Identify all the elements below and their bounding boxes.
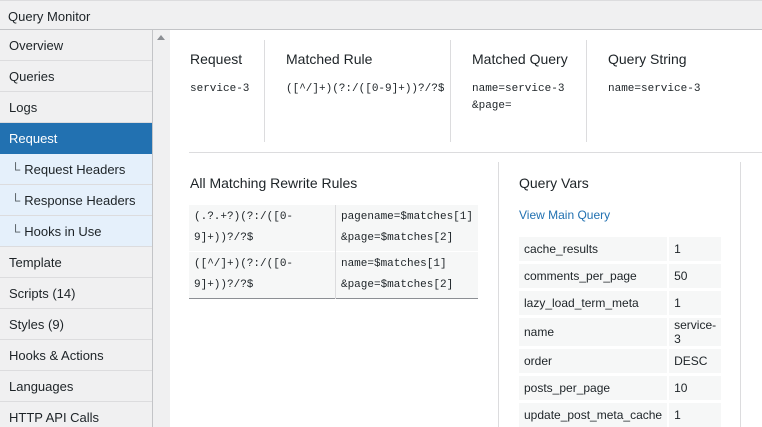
rule-replacement: pagename=$matches[1] &page=$matches[2]: [335, 205, 478, 252]
query-vars-table: cache_results 1 comments_per_page 50 lazy_…: [519, 234, 722, 427]
rewrite-rules-table: (.?.+?)(?:/([0-9]+))?/?$ pagename=$match…: [189, 205, 478, 299]
query-string-column: Query String name=service-3: [608, 40, 748, 142]
table-row: name service-3: [519, 318, 722, 346]
query-var-key: name: [519, 318, 670, 346]
query-var-value: DESC: [669, 349, 722, 373]
request-heading: Request: [190, 51, 243, 67]
rule-replacement-line: &page=$matches[2]: [340, 279, 454, 291]
table-row: (.?.+?)(?:/([0-9]+))?/?$ pagename=$match…: [189, 205, 478, 252]
matched-rule-column: Matched Rule ([^/]+)(?:/([0-9]+))?/?$: [286, 40, 446, 142]
matched-query-value: name=service-3 &page=: [472, 81, 584, 115]
query-string-value: name=service-3: [608, 83, 701, 95]
sidebar-item-label: Styles (9): [9, 317, 64, 332]
query-var-value: service-3: [669, 318, 722, 346]
sidebar-item-logs[interactable]: Logs: [0, 92, 152, 123]
rule-pattern: ([^/]+)(?:/([0-9]+))?/?$: [189, 251, 336, 299]
sidebar-item-label: Overview: [9, 38, 64, 53]
table-row: update_post_meta_cache 1: [519, 403, 722, 427]
sidebar-item-label: Hooks in Use: [24, 224, 102, 239]
query-var-value: 10: [669, 376, 722, 400]
query-var-value: 1: [669, 291, 722, 315]
column-divider: [740, 162, 741, 427]
sidebar-item-label: Logs: [9, 100, 38, 115]
query-var-value: 1: [669, 403, 722, 427]
sidebar-item-request[interactable]: Request: [0, 123, 161, 154]
rule-replacement-line: name=$matches[1]: [340, 258, 447, 270]
request-column: Request service-3: [190, 40, 262, 142]
table-row: cache_results 1: [519, 237, 722, 261]
tree-branch-icon: └: [11, 193, 21, 208]
matched-rule-value: ([^/]+)(?:/([0-9]+))?/?$: [286, 83, 445, 95]
sidebar-item-overview[interactable]: Overview: [0, 30, 152, 61]
sidebar-scrollbar[interactable]: [153, 30, 170, 427]
query-string-heading: Query String: [608, 51, 687, 67]
query-vars-title: Query Vars: [519, 175, 589, 191]
app-title: Query Monitor: [0, 0, 762, 30]
column-divider: [450, 40, 451, 142]
sidebar-nav: Overview Queries Logs Request └ Request H…: [0, 30, 161, 427]
section-divider: [189, 152, 762, 153]
matched-query-heading: Matched Query: [472, 51, 568, 67]
table-row: lazy_load_term_meta 1: [519, 291, 722, 315]
sidebar-item-label: Hooks & Actions: [9, 348, 104, 363]
table-row: posts_per_page 10: [519, 376, 722, 400]
sidebar-item-label: Request: [9, 131, 58, 146]
matched-query-column: Matched Query name=service-3 &page=: [472, 40, 584, 142]
query-var-key: cache_results: [519, 237, 670, 261]
rewrite-rules-title: All Matching Rewrite Rules: [190, 175, 358, 191]
sidebar-item-hooks-actions[interactable]: Hooks & Actions: [0, 340, 152, 371]
scroll-up-arrow-icon[interactable]: [157, 35, 165, 40]
sidebar-item-label: Queries: [9, 69, 55, 84]
sidebar-item-template[interactable]: Template: [0, 247, 152, 278]
column-divider: [586, 40, 587, 142]
sidebar-item-label: Template: [9, 255, 62, 270]
sidebar-item-label: Response Headers: [24, 193, 136, 208]
table-row: comments_per_page 50: [519, 264, 722, 288]
sidebar-item-hooks-in-use[interactable]: └ Hooks in Use: [0, 216, 152, 247]
column-divider: [264, 40, 265, 142]
query-var-key: comments_per_page: [519, 264, 670, 288]
request-value: service-3: [190, 83, 250, 95]
sidebar-item-label: Languages: [9, 379, 74, 394]
sidebar-item-label: Request Headers: [24, 162, 126, 177]
matched-query-line: &page=: [472, 100, 512, 112]
rule-pattern: (.?.+?)(?:/([0-9]+))?/?$: [189, 205, 336, 252]
table-row: ([^/]+)(?:/([0-9]+))?/?$ name=$matches[1…: [189, 251, 478, 299]
sidebar-item-scripts[interactable]: Scripts (14): [0, 278, 152, 309]
sidebar-item-languages[interactable]: Languages: [0, 371, 152, 402]
matched-rule-heading: Matched Rule: [286, 51, 373, 67]
sidebar-item-label: HTTP API Calls: [9, 410, 100, 425]
request-panel: Request service-3 Matched Rule ([^/]+)(?…: [170, 30, 762, 427]
sidebar-item-label: Scripts (14): [9, 286, 76, 301]
sidebar-item-http-api-calls[interactable]: HTTP API Calls: [0, 402, 152, 427]
query-var-key: order: [519, 349, 670, 373]
query-var-key: lazy_load_term_meta: [519, 291, 670, 315]
rule-replacement-line: &page=$matches[2]: [340, 232, 454, 244]
query-var-key: posts_per_page: [519, 376, 670, 400]
rule-replacement: name=$matches[1] &page=$matches[2]: [335, 251, 478, 299]
sidebar-item-request-headers[interactable]: └ Request Headers: [0, 154, 152, 185]
rule-replacement-line: pagename=$matches[1]: [340, 211, 473, 223]
view-main-query-link[interactable]: View Main Query: [519, 208, 610, 222]
table-row: order DESC: [519, 349, 722, 373]
query-var-value: 1: [669, 237, 722, 261]
query-var-value: 50: [669, 264, 722, 288]
tree-branch-icon: └: [11, 162, 21, 177]
column-divider: [498, 162, 499, 427]
sidebar-item-queries[interactable]: Queries: [0, 61, 152, 92]
matched-query-line: name=service-3: [472, 83, 565, 95]
sidebar-item-styles[interactable]: Styles (9): [0, 309, 152, 340]
tree-branch-icon: └: [11, 224, 21, 239]
query-var-key: update_post_meta_cache: [519, 403, 670, 427]
sidebar-item-response-headers[interactable]: └ Response Headers: [0, 185, 152, 216]
